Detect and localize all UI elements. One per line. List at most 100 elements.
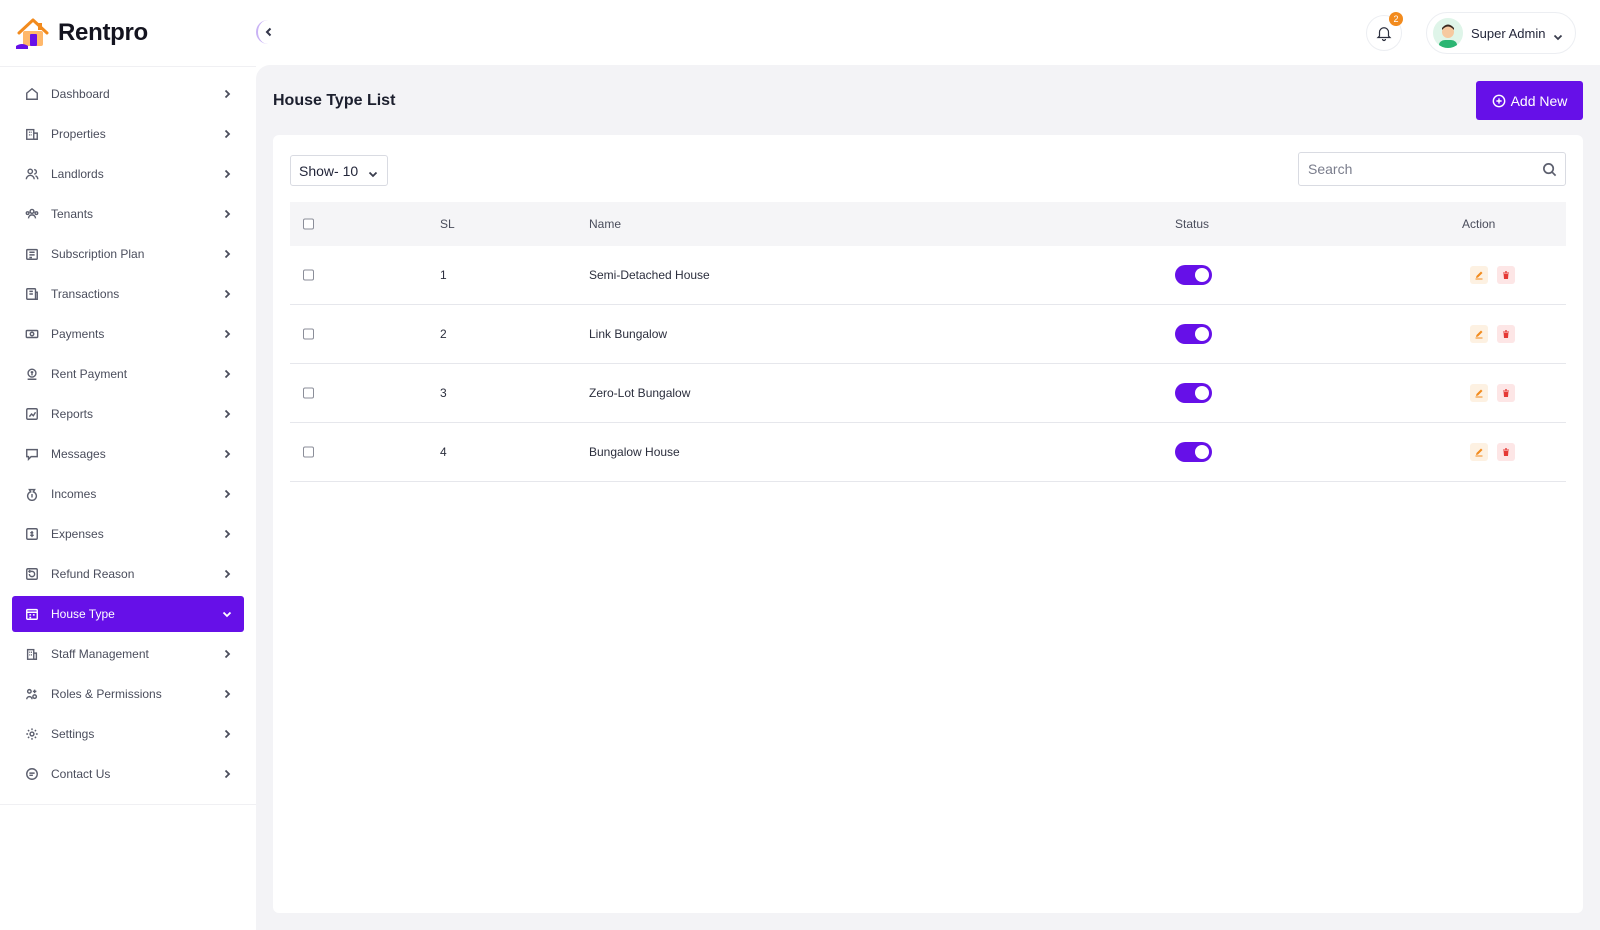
status-toggle[interactable] [1175, 383, 1212, 403]
row-sl: 1 [440, 268, 447, 282]
row-name: Zero-Lot Bungalow [589, 386, 691, 400]
edit-button[interactable] [1470, 384, 1488, 402]
sidebar-item-roles-permissions[interactable]: Roles & Permissions [12, 676, 244, 712]
sidebar-item-settings[interactable]: Settings [12, 716, 244, 752]
sidebar-item-subscription-plan[interactable]: Subscription Plan [12, 236, 244, 272]
payment-icon [25, 327, 39, 341]
row-name: Link Bungalow [589, 327, 668, 341]
house-logo-icon [16, 18, 49, 49]
select-all-checkbox[interactable] [303, 218, 314, 230]
sidebar-item-label: Rent Payment [51, 367, 128, 381]
search-input[interactable] [1299, 153, 1565, 185]
status-toggle[interactable] [1175, 265, 1212, 285]
sidebar-item-properties[interactable]: Properties [12, 116, 244, 152]
brand-logo[interactable]: Rentpro [0, 0, 256, 67]
sidebar-item-contact-us[interactable]: Contact Us [12, 756, 244, 792]
row-name: Bungalow House [589, 445, 680, 459]
chevron-right-icon [222, 368, 232, 379]
row-checkbox[interactable] [303, 446, 314, 458]
chevron-right-icon [222, 128, 232, 139]
sidebar-item-transactions[interactable]: Transactions [12, 276, 244, 312]
status-toggle[interactable] [1175, 324, 1212, 344]
sidebar-item-label: Transactions [51, 287, 120, 301]
edit-button[interactable] [1470, 443, 1488, 461]
chevron-right-icon [222, 248, 232, 259]
sidebar-item-incomes[interactable]: Incomes [12, 476, 244, 512]
house-type-card: Show- 10 SL Name Status Action 1 Semi-Det… [273, 135, 1583, 913]
reports-icon [25, 407, 39, 421]
table-row: 4 Bungalow House [290, 423, 1566, 482]
row-actions [1470, 325, 1515, 343]
sidebar-item-label: Landlords [51, 167, 104, 181]
table-row: 2 Link Bungalow [290, 305, 1566, 364]
row-actions [1470, 266, 1515, 284]
sidebar-item-messages[interactable]: Messages [12, 436, 244, 472]
table-row: 1 Semi-Detached House [290, 246, 1566, 305]
sidebar-item-house-type[interactable]: House Type [12, 596, 244, 632]
user-menu[interactable]: Super Admin [1426, 12, 1576, 54]
row-sl: 3 [440, 386, 447, 400]
sidebar-item-landlords[interactable]: Landlords [12, 156, 244, 192]
pencil-icon [1475, 271, 1483, 280]
add-new-label: Add New [1510, 92, 1568, 109]
sidebar-item-expenses[interactable]: Expenses [12, 516, 244, 552]
trash-icon [1503, 448, 1509, 456]
sidebar-nav: Dashboard Properties Landlords Tenants Subsc… [0, 67, 256, 805]
status-toggle[interactable] [1175, 442, 1212, 462]
page-size-select[interactable]: Show- 10 [290, 155, 388, 186]
row-checkbox[interactable] [303, 387, 314, 399]
table-body: 1 Semi-Detached House 2 Link Bungalow 3 Zero-… [290, 246, 1566, 482]
row-checkbox[interactable] [303, 269, 314, 281]
column-header-action: Action [1462, 217, 1496, 231]
row-sl: 4 [440, 445, 447, 459]
home-icon [25, 87, 39, 101]
sidebar-item-label: Tenants [51, 207, 94, 221]
page-size-value: Show- 10 [299, 162, 359, 179]
row-checkbox[interactable] [303, 328, 314, 340]
avatar [1433, 18, 1463, 48]
sidebar-item-reports[interactable]: Reports [12, 396, 244, 432]
edit-button[interactable] [1470, 266, 1488, 284]
sidebar-item-refund-reason[interactable]: Refund Reason [12, 556, 244, 592]
sidebar-item-label: Messages [51, 447, 106, 461]
chevron-right-icon [222, 568, 232, 579]
building-icon [25, 127, 39, 141]
delete-button[interactable] [1497, 443, 1515, 461]
chevron-right-icon [222, 408, 232, 419]
main-content: House Type List Add New Show- 10 SL Name… [256, 65, 1600, 930]
edit-button[interactable] [1470, 325, 1488, 343]
contact-icon [25, 767, 39, 781]
table-row: 3 Zero-Lot Bungalow [290, 364, 1566, 423]
sidebar-item-label: Staff Management [51, 647, 149, 661]
delete-button[interactable] [1497, 384, 1515, 402]
chevron-right-icon [222, 768, 232, 779]
sidebar-item-tenants[interactable]: Tenants [12, 196, 244, 232]
collapse-sidebar-button[interactable] [256, 20, 280, 44]
sidebar-item-rent-payment[interactable]: Rent Payment [12, 356, 244, 392]
table-header: SL Name Status Action [290, 202, 1566, 246]
house-type-icon [25, 607, 39, 621]
chevron-right-icon [222, 208, 232, 219]
trash-icon [1503, 271, 1509, 279]
chevron-left-icon [265, 27, 272, 37]
search-box [1298, 152, 1566, 186]
sidebar-item-staff-management[interactable]: Staff Management [12, 636, 244, 672]
sidebar-item-dashboard[interactable]: Dashboard [12, 76, 244, 112]
sidebar-item-label: Contact Us [51, 767, 111, 781]
chevron-right-icon [222, 448, 232, 459]
sidebar-item-label: Incomes [51, 487, 97, 501]
row-actions [1470, 443, 1515, 461]
add-new-button[interactable]: Add New [1476, 81, 1583, 120]
sidebar-item-payments[interactable]: Payments [12, 316, 244, 352]
house-type-table: SL Name Status Action 1 Semi-Detached Hou… [290, 202, 1566, 482]
expenses-icon [25, 527, 39, 541]
chevron-right-icon [222, 688, 232, 699]
sidebar-item-label: Expenses [51, 527, 104, 541]
delete-button[interactable] [1497, 325, 1515, 343]
delete-button[interactable] [1497, 266, 1515, 284]
notification-count-badge: 2 [1389, 12, 1403, 26]
search-icon[interactable] [1542, 162, 1557, 177]
trash-icon [1503, 330, 1509, 338]
row-name: Semi-Detached House [589, 268, 710, 282]
rent-payment-icon [25, 367, 39, 381]
